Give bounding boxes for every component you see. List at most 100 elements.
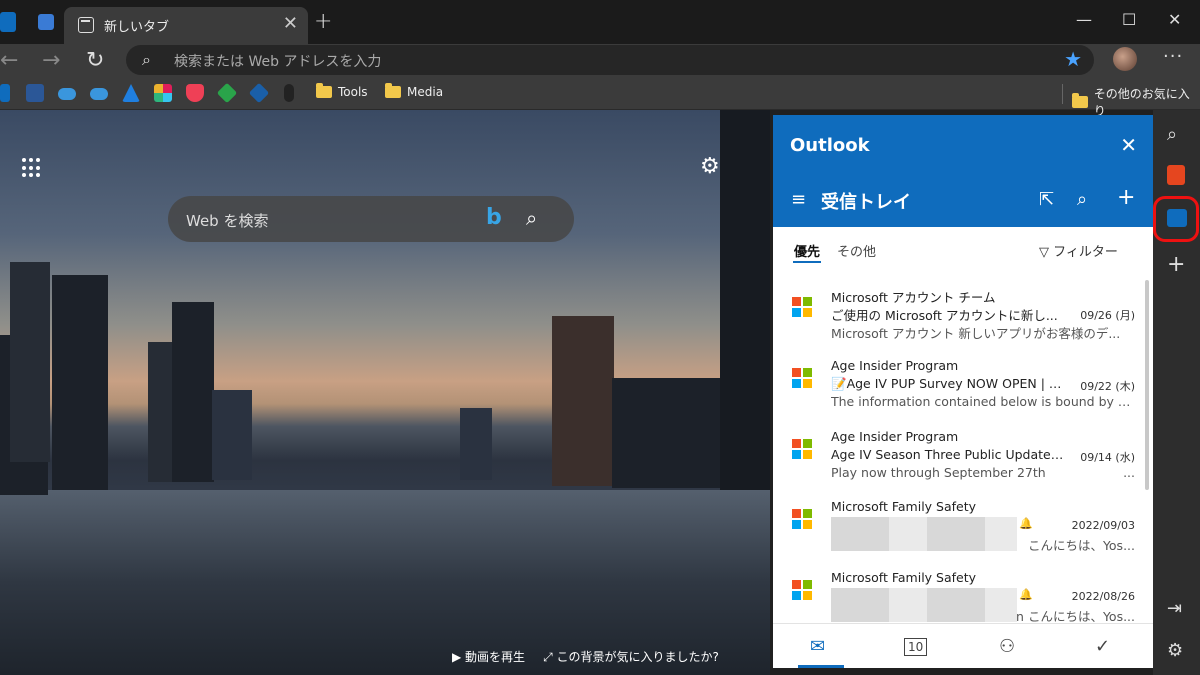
browser-window: 新しいタブ ✕ + — ☐ ✕ ← → ↻ ⌕ 検索または Web アドレスを入… <box>0 0 1200 675</box>
bookmark-azure-icon[interactable] <box>122 84 140 102</box>
microsoft-logo-icon <box>792 368 812 388</box>
calendar-day: 10 <box>908 640 924 654</box>
page-settings-gear-icon[interactable]: ⚙ <box>700 154 720 179</box>
web-search-box[interactable]: Web を検索 b ⌕ <box>168 196 574 242</box>
play-video-button[interactable]: ▶ 動画を再生 <box>452 648 525 665</box>
tab-actions-icon[interactable] <box>38 14 54 30</box>
message-subject: 📝Age IV PUP Survey NOW OPEN | Age... <box>831 376 1067 391</box>
bookmark-slack-icon[interactable] <box>154 84 172 102</box>
panel-close-icon[interactable]: ✕ <box>1120 133 1137 157</box>
new-tab-button[interactable]: + <box>314 9 332 34</box>
sidebar-add-icon[interactable]: + <box>1167 252 1185 277</box>
bookmark-extension-icon[interactable] <box>248 82 270 104</box>
active-nav-indicator <box>798 665 844 668</box>
inbox-tabs: 優先 その他 ▽ フィルター <box>773 227 1141 273</box>
people-icon[interactable]: ⚇ <box>999 636 1015 657</box>
background-building <box>460 408 492 480</box>
mail-search-icon[interactable]: ⌕ <box>1077 189 1087 210</box>
folder-icon <box>385 83 401 98</box>
microsoft-logo-icon <box>792 580 812 600</box>
bookmark-word-icon[interactable] <box>26 84 44 102</box>
navigation-toolbar: ← → ↻ ⌕ 検索または Web アドレスを入力 ★ <box>0 44 1200 78</box>
message-sender: Microsoft Family Safety <box>831 499 977 514</box>
message-sender: Age Insider Program <box>831 429 959 444</box>
background-controls: ▶ 動画を再生 ⤢ この背景が気に入りましたか? <box>452 648 719 665</box>
pop-out-icon[interactable]: ⇱ <box>1039 189 1054 210</box>
folder-title: 受信トレイ <box>821 192 911 213</box>
message-date: 09/26 (月) <box>1080 309 1135 322</box>
message-date: 09/22 (木) <box>1080 380 1135 393</box>
message-date: 2022/09/03 <box>1071 519 1135 532</box>
message-subject: Age IV Season Three Public Update Pre... <box>831 447 1067 462</box>
message-item[interactable]: Microsoft Family Safety 🔔 2022/09/03 こんに… <box>773 493 1141 564</box>
background-building <box>52 275 108 490</box>
bing-logo-icon[interactable]: b <box>486 205 502 230</box>
search-icon[interactable]: ⌕ <box>526 206 537 230</box>
tab-title: 新しいタブ <box>104 20 170 35</box>
more-menu-icon[interactable]: ··· <box>1163 46 1183 67</box>
message-preview-tail: こんにちは、Yos... <box>1027 538 1135 553</box>
todo-check-icon[interactable]: ✓ <box>1095 636 1110 657</box>
sidebar-office-icon[interactable] <box>1167 165 1185 185</box>
apps-launcher-icon[interactable] <box>22 158 42 178</box>
bookmark-feedly-icon[interactable] <box>216 82 238 104</box>
message-preview-tail: ... <box>1123 465 1135 480</box>
hamburger-menu-icon[interactable]: ≡ <box>791 189 806 210</box>
background-building <box>612 378 720 488</box>
back-icon[interactable]: ← <box>0 48 18 73</box>
background-tower <box>720 110 770 490</box>
mail-icon[interactable]: ✉ <box>810 636 825 657</box>
new-tab-page: ⚙ Web を検索 b ⌕ ▶ 動画を再生 ⤢ この背景が気に入りましたか? <box>0 110 770 675</box>
bookmark-onedrive2-icon[interactable] <box>90 88 108 100</box>
tab-other[interactable]: その他 <box>837 241 876 260</box>
bookmark-outlook-icon[interactable] <box>0 84 10 102</box>
tab-new-tab[interactable]: 新しいタブ ✕ <box>64 7 308 44</box>
microsoft-logo-icon <box>792 297 812 317</box>
message-date: 2022/08/26 <box>1071 590 1135 603</box>
active-tab-indicator <box>793 261 821 263</box>
refresh-icon[interactable]: ↻ <box>86 48 104 73</box>
bookmark-folder-tools[interactable]: Tools <box>316 83 368 99</box>
sidebar-collapse-icon[interactable]: ⇥ <box>1167 598 1182 619</box>
message-preview: Play now through September 27th <box>831 465 1046 480</box>
tab-focused[interactable]: 優先 <box>794 241 820 260</box>
message-list-scrollbar[interactable] <box>1145 280 1149 490</box>
microsoft-logo-icon <box>792 439 812 459</box>
bookmark-folder-media[interactable]: Media <box>385 83 444 99</box>
calendar-icon[interactable]: 10 <box>904 638 928 656</box>
bookmark-folder-label: Media <box>407 85 444 99</box>
favorite-star-icon[interactable]: ★ <box>1064 47 1082 71</box>
filter-button[interactable]: ▽ フィルター <box>1039 241 1118 260</box>
profile-avatar[interactable] <box>1113 47 1137 71</box>
like-background-button[interactable]: ⤢ この背景が気に入りましたか? <box>543 648 719 665</box>
tab-close-icon[interactable]: ✕ <box>283 13 298 34</box>
message-item[interactable]: Microsoft アカウント チーム ご使用の Microsoft アカウント… <box>773 281 1141 352</box>
outlook-tab-icon[interactable] <box>0 12 16 32</box>
new-mail-icon[interactable]: + <box>1117 185 1135 210</box>
minimize-icon[interactable]: — <box>1076 10 1092 29</box>
maximize-icon[interactable]: ☐ <box>1122 10 1136 29</box>
bookmark-microphone-icon[interactable] <box>284 84 294 102</box>
sidebar-settings-gear-icon[interactable]: ⚙ <box>1167 640 1183 661</box>
message-item[interactable]: Age Insider Program Age IV Season Three … <box>773 423 1141 494</box>
web-search-placeholder: Web を検索 <box>186 212 269 230</box>
address-bar[interactable]: ⌕ 検索または Web アドレスを入力 ★ <box>126 45 1094 75</box>
background-building <box>552 316 614 486</box>
sidebar-search-icon[interactable]: ⌕ <box>1167 124 1177 145</box>
bookmark-onedrive-icon[interactable] <box>58 88 76 100</box>
forward-icon[interactable]: → <box>42 48 60 73</box>
title-bar: 新しいタブ ✕ + — ☐ ✕ <box>0 0 1200 44</box>
message-item[interactable]: Microsoft Family Safety 🔔 2022/08/26 n こ… <box>773 564 1141 623</box>
play-video-label: 動画を再生 <box>465 650 526 664</box>
outlook-header: Outlook ✕ ≡ 受信トレイ ⇱ ⌕ + <box>773 115 1153 227</box>
folder-icon <box>316 83 332 98</box>
background-building <box>172 302 214 482</box>
edge-sidebar: ⌕ + ⇥ ⚙ <box>1153 110 1200 675</box>
window-close-icon[interactable]: ✕ <box>1168 10 1181 29</box>
outlook-sidebar-panel: Outlook ✕ ≡ 受信トレイ ⇱ ⌕ + 優先 その他 ▽ フィルター M… <box>773 115 1153 668</box>
message-item[interactable]: Age Insider Program 📝Age IV PUP Survey N… <box>773 352 1141 423</box>
message-sender: Age Insider Program <box>831 358 959 373</box>
notification-bell-icon: 🔔 <box>1019 588 1033 601</box>
message-preview: Microsoft アカウント 新しいアプリがお客様のデ... <box>831 326 1121 341</box>
bookmark-pocket-icon[interactable] <box>186 84 204 102</box>
